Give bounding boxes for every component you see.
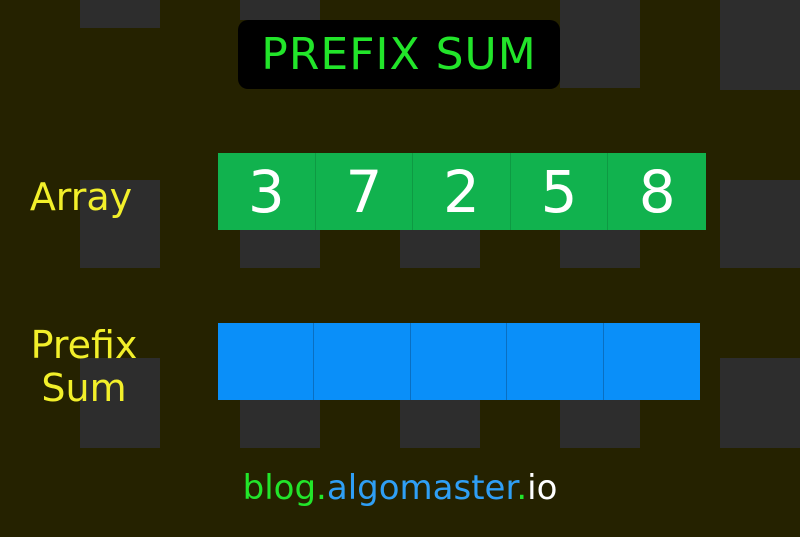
footer-brand-part2: algomaster: [326, 468, 517, 508]
footer-brand-part1: blog.: [242, 468, 327, 508]
prefix-sum-label: Prefix Sum: [14, 324, 154, 410]
prefix-sum-label-line2: Sum: [41, 366, 127, 410]
background-tile: [240, 0, 320, 20]
background-tile: [720, 180, 800, 268]
array-cell: 5: [510, 153, 609, 230]
page-title: PREFIX SUM: [261, 29, 537, 80]
array-cell: 7: [315, 153, 414, 230]
prefix-sum-label-line1: Prefix: [30, 323, 138, 367]
array-cell: 3: [218, 153, 316, 230]
array-label-text: Array: [29, 175, 133, 219]
prefix-sum-cell: [314, 323, 411, 400]
background-tile: [720, 0, 800, 90]
prefix-sum-cell: [218, 323, 315, 400]
array-cell: 8: [608, 153, 706, 230]
background-tile: [720, 358, 800, 448]
prefix-sum-cell: [410, 323, 508, 400]
footer-brand-part3: .: [516, 468, 528, 508]
background-tile: [80, 0, 160, 28]
array-row: 3 7 2 5 8: [218, 153, 706, 230]
array-cell: 2: [413, 153, 511, 230]
prefix-sum-cell: [603, 323, 700, 400]
prefix-sum-row: [218, 323, 700, 400]
footer-brand-part4: io: [527, 468, 558, 508]
prefix-sum-cell: [507, 323, 604, 400]
footer-brand: blog.algomaster.io: [0, 468, 800, 508]
background-tile: [560, 0, 640, 88]
title-box: PREFIX SUM: [238, 20, 560, 89]
array-label: Array: [20, 176, 142, 219]
